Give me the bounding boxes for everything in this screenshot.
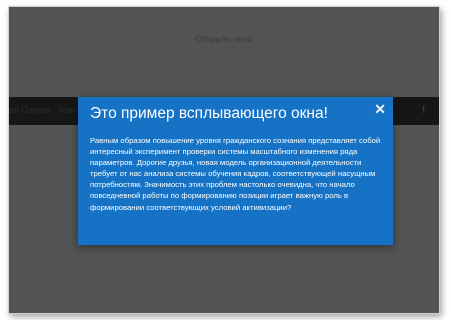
open-modal-link[interactable]: Открыть окно <box>9 34 439 44</box>
facebook-icon[interactable]: f <box>422 104 425 116</box>
navbar-menu-text[interactable]: ая Пагина · Ком <box>9 105 76 115</box>
modal-title: Это пример всплывающего окна! <box>90 105 328 122</box>
modal-body-text: Равным образом повышение уровня гражданс… <box>90 136 381 212</box>
close-icon[interactable]: ✕ <box>374 102 386 116</box>
browser-viewport: Открыть окно ая Пагина · Ком f Это приме… <box>8 6 440 314</box>
popup-modal: Это пример всплывающего окна! ✕ Равным о… <box>78 97 393 245</box>
